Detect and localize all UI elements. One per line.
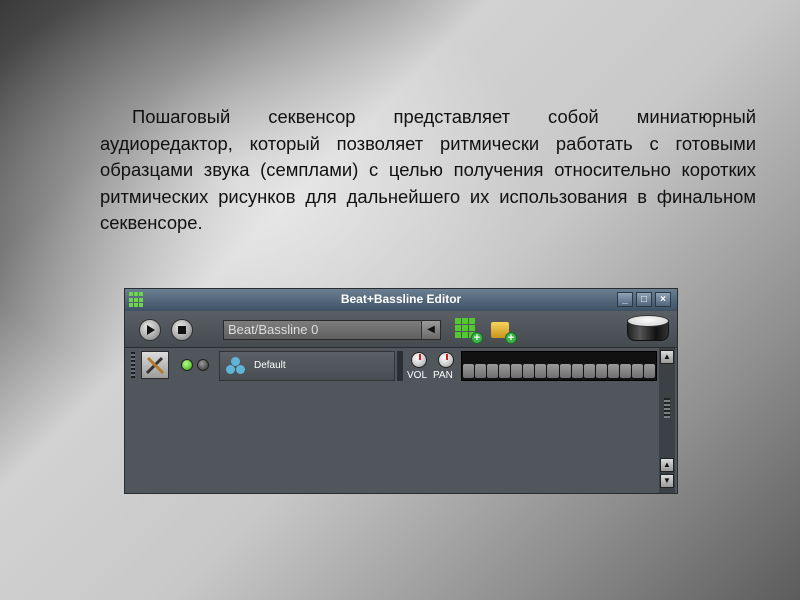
vertical-scrollbar[interactable]: ▲ ▲ ▼ <box>659 348 675 493</box>
beat-bassline-editor-window: Beat+Bassline Editor _ □ × Beat/Bassline… <box>124 288 678 494</box>
scroll-down-button[interactable]: ▼ <box>660 474 674 488</box>
step-button[interactable] <box>547 364 559 378</box>
step-sequencer <box>461 351 657 381</box>
track-name-label: Default <box>254 360 286 371</box>
close-button[interactable]: × <box>655 292 671 307</box>
stop-icon <box>178 326 186 334</box>
step-button[interactable] <box>595 364 607 378</box>
volume-knob[interactable] <box>411 352 427 368</box>
window-title: Beat+Bassline Editor <box>340 292 462 306</box>
track-separator <box>397 351 403 381</box>
stop-button[interactable] <box>171 319 193 341</box>
scroll-grip[interactable] <box>664 398 670 418</box>
play-button[interactable] <box>139 319 161 341</box>
tools-icon <box>145 356 165 375</box>
drum-icon <box>627 313 669 345</box>
mute-led-icon[interactable] <box>181 359 193 371</box>
step-button[interactable] <box>583 364 595 378</box>
track-area: Default VOL PAN ▲ ▲ ▼ <box>125 348 677 493</box>
play-icon <box>147 325 155 335</box>
track-tools-button[interactable] <box>141 351 169 379</box>
add-automation-track-button[interactable]: + <box>489 318 517 344</box>
plus-icon: + <box>471 332 483 344</box>
step-button[interactable] <box>607 364 619 378</box>
slide-paragraph: Пошаговый секвенсор представляет собой м… <box>100 106 756 233</box>
maximize-button[interactable]: □ <box>636 292 652 307</box>
add-beat-bassline-button[interactable]: + <box>455 318 483 344</box>
step-button[interactable] <box>475 364 487 378</box>
scroll-up-button[interactable]: ▲ <box>660 350 674 364</box>
step-button[interactable] <box>535 364 547 378</box>
track-name-button[interactable]: Default <box>219 351 395 381</box>
chevron-left-icon[interactable]: ◀ <box>421 321 440 339</box>
beat-bassline-selector-value: Beat/Bassline 0 <box>228 322 319 337</box>
minimize-button[interactable]: _ <box>617 292 633 307</box>
step-button[interactable] <box>559 364 571 378</box>
step-button[interactable] <box>571 364 583 378</box>
pan-label: PAN <box>433 370 453 381</box>
instrument-icon <box>226 357 246 375</box>
step-button[interactable] <box>487 364 499 378</box>
step-button[interactable] <box>523 364 535 378</box>
step-button[interactable] <box>643 364 655 378</box>
plus-icon: + <box>505 332 517 344</box>
step-button[interactable] <box>463 364 475 378</box>
beat-bassline-selector[interactable]: Beat/Bassline 0 ◀ <box>223 320 441 340</box>
step-button[interactable] <box>619 364 631 378</box>
track-drag-handle[interactable] <box>131 352 135 378</box>
editor-toolbar: Beat/Bassline 0 ◀ + + <box>125 311 677 348</box>
window-titlebar[interactable]: Beat+Bassline Editor _ □ × <box>125 289 677 311</box>
volume-label: VOL <box>407 370 428 381</box>
pan-knob[interactable] <box>438 352 454 368</box>
step-button[interactable] <box>499 364 511 378</box>
step-button[interactable] <box>631 364 643 378</box>
scroll-up-button-lower[interactable]: ▲ <box>660 458 674 472</box>
solo-led-icon[interactable] <box>197 359 209 371</box>
step-button[interactable] <box>511 364 523 378</box>
